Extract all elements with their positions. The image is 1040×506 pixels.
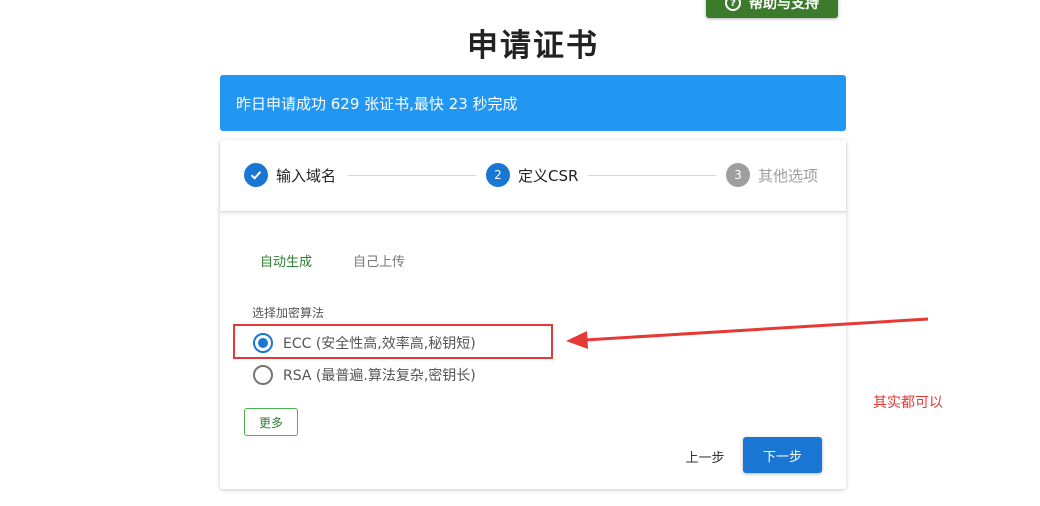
- tab-self-upload[interactable]: 自己上传: [353, 251, 405, 270]
- annotation-highlight-box: [233, 324, 553, 359]
- step-connector: [348, 175, 476, 176]
- algorithm-label: 选择加密算法: [252, 306, 325, 320]
- check-icon: [244, 163, 268, 187]
- radio-label: RSA (最普遍.算法复杂,密钥长): [283, 368, 476, 384]
- step-other-options[interactable]: 3 其他选项: [726, 163, 818, 187]
- help-support-button[interactable]: ? 帮助与支持: [706, 0, 838, 18]
- help-support-label: 帮助与支持: [749, 0, 819, 12]
- radio-unchecked-icon: [253, 365, 273, 385]
- stats-banner-text: 昨日申请成功 629 张证书,最快 23 秒完成: [236, 94, 518, 113]
- prev-step-button[interactable]: 上一步: [672, 438, 738, 474]
- radio-rsa[interactable]: RSA (最普遍.算法复杂,密钥长): [253, 365, 476, 385]
- step-number: 3: [726, 163, 750, 187]
- stepper: 输入域名 2 定义CSR 3 其他选项: [220, 140, 846, 212]
- step-domain[interactable]: 输入域名: [244, 163, 336, 187]
- more-button[interactable]: 更多: [244, 408, 298, 436]
- stats-banner: 昨日申请成功 629 张证书,最快 23 秒完成: [220, 75, 846, 131]
- step-number: 2: [486, 163, 510, 187]
- step-csr[interactable]: 2 定义CSR: [486, 163, 578, 187]
- step-connector: [588, 175, 716, 176]
- step-label: 定义CSR: [518, 166, 579, 185]
- next-step-button[interactable]: 下一步: [743, 437, 822, 473]
- help-circle-icon: ?: [725, 0, 741, 11]
- csr-card: 输入域名 2 定义CSR 3 其他选项 自动生成 自己上传 选择加密算法 ECC…: [220, 140, 846, 489]
- page-title: 申请证书: [467, 28, 599, 64]
- tab-auto-generate[interactable]: 自动生成: [260, 251, 312, 270]
- step-label: 输入域名: [276, 166, 337, 185]
- annotation-note: 其实都可以: [873, 395, 943, 411]
- step-label: 其他选项: [758, 166, 819, 185]
